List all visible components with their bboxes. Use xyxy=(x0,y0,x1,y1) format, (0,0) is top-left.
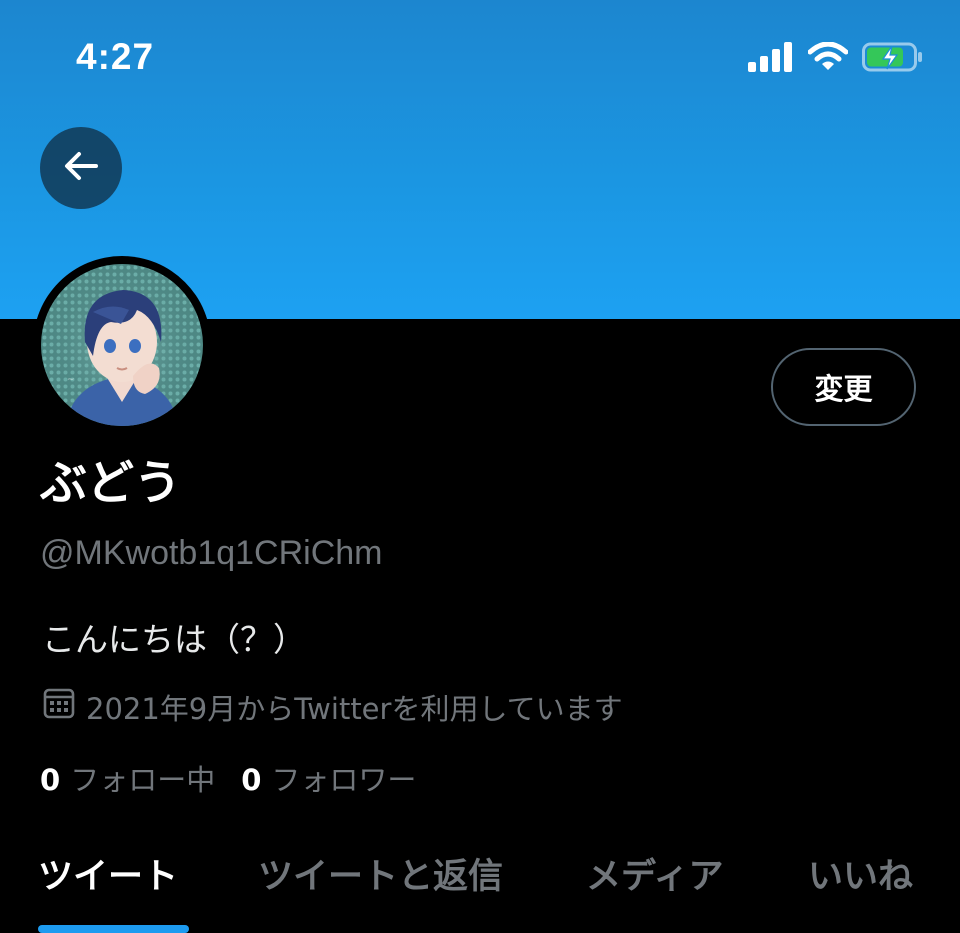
follow-stats: 0 フォロー中 0 フォロワー xyxy=(40,758,442,802)
status-time: 4:27 xyxy=(76,36,155,77)
tab-tweets-and-replies[interactable]: ツイートと返信 xyxy=(258,852,503,902)
handle: @MKwotb1q1CRiChm xyxy=(40,534,383,572)
followers-label: フォロワー xyxy=(271,763,417,797)
avatar[interactable]: ~ xyxy=(41,264,203,426)
following-link[interactable]: 0 フォロー中 xyxy=(40,758,215,802)
following-label: フォロー中 xyxy=(70,763,216,797)
wifi-icon xyxy=(807,41,849,76)
back-button[interactable] xyxy=(40,127,122,209)
avatar-border: ~ xyxy=(33,256,211,434)
status-icons xyxy=(748,41,924,76)
profile-tabs: ツイート ツイートと返信 メディア いいね xyxy=(0,836,960,932)
tab-likes[interactable]: いいね xyxy=(808,852,913,902)
edit-profile-button[interactable]: 変更 xyxy=(771,348,916,426)
followers-count: 0 xyxy=(241,763,262,797)
joined-text: 2021年9月からTwitterを利用しています xyxy=(86,692,623,726)
tab-tweets[interactable]: ツイート xyxy=(38,852,178,902)
followers-link[interactable]: 0 フォロワー xyxy=(241,758,416,802)
status-bar: 4:27 xyxy=(0,0,960,110)
joined-date: 2021年9月からTwitterを利用しています xyxy=(42,686,623,732)
svg-text:~: ~ xyxy=(67,375,75,385)
calendar-icon xyxy=(42,686,76,732)
arrow-left-icon xyxy=(63,151,99,185)
bio: こんにちは（？） xyxy=(42,620,306,659)
following-count: 0 xyxy=(40,763,61,797)
signal-icon xyxy=(748,42,794,76)
tab-media[interactable]: メディア xyxy=(586,852,724,902)
battery-charging-icon xyxy=(862,42,924,76)
display-name: ぶどう xyxy=(40,456,181,511)
